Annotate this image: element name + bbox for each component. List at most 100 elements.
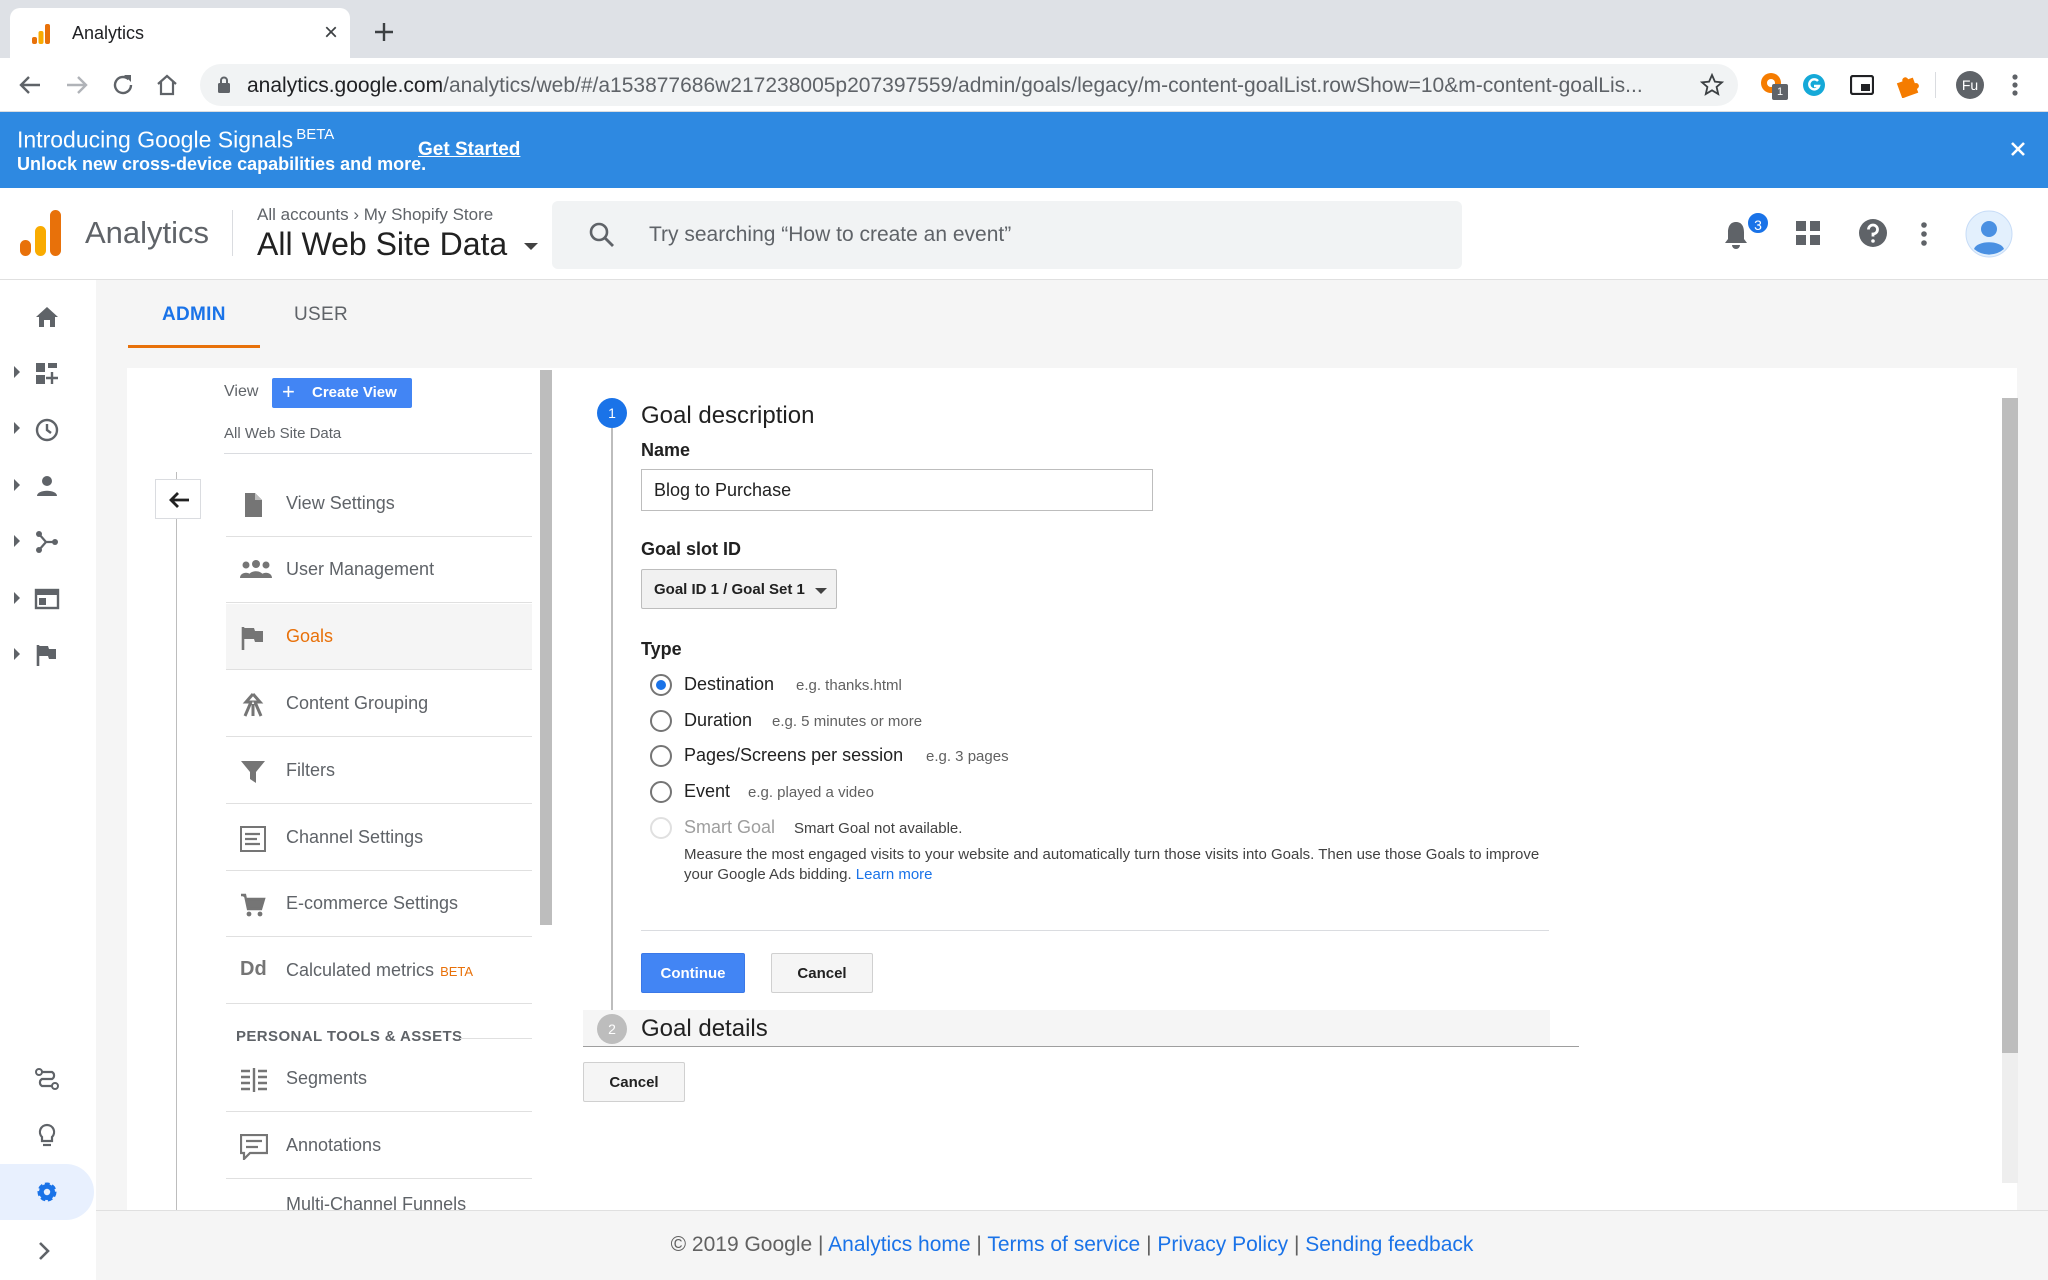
- menu-item-user-management[interactable]: User Management: [226, 537, 532, 603]
- reload-icon[interactable]: [110, 72, 136, 98]
- extension-puzzle-icon[interactable]: [1894, 72, 1920, 98]
- notifications-bell-icon[interactable]: [1723, 220, 1749, 250]
- duration-radio[interactable]: [650, 710, 672, 732]
- browser-menu-icon[interactable]: [2010, 73, 2020, 97]
- menu-item-view-settings[interactable]: View Settings: [226, 471, 532, 537]
- close-banner-icon[interactable]: [2007, 138, 2029, 160]
- get-started-link[interactable]: Get Started: [418, 139, 520, 161]
- gear-icon: [37, 1182, 57, 1202]
- lightbulb-icon: [38, 1123, 56, 1147]
- menu-item-label: Annotations: [286, 1135, 382, 1155]
- back-arrow-icon[interactable]: [18, 74, 42, 96]
- menu-item-label: E-commerce Settings: [286, 893, 459, 913]
- goal-description-title: Goal description: [641, 402, 815, 429]
- browser-tab[interactable]: Analytics ×: [10, 8, 350, 58]
- new-tab-icon[interactable]: [370, 18, 398, 46]
- menu-item-calculated-metrics[interactable]: Dd Calculated metrics BETA: [226, 938, 532, 1004]
- expand-rail-chevron-icon[interactable]: [36, 1240, 52, 1262]
- rail-acquisition[interactable]: [0, 517, 96, 565]
- rail-audience[interactable]: [0, 461, 96, 509]
- back-button[interactable]: [155, 479, 201, 519]
- step-1-indicator: 1: [597, 398, 627, 428]
- step-connector-line: [611, 428, 613, 1016]
- privacy-policy-link[interactable]: Privacy Policy: [1157, 1233, 1288, 1256]
- goal-name-input[interactable]: [641, 469, 1153, 511]
- rail-realtime[interactable]: [0, 404, 96, 452]
- search-placeholder: Try searching “How to create an event”: [649, 223, 1012, 246]
- menu-item-ecommerce-settings[interactable]: E-commerce Settings: [226, 871, 532, 937]
- menu-item-annotations[interactable]: Annotations: [226, 1113, 532, 1179]
- main-scrollbar-thumb[interactable]: [2002, 398, 2018, 1053]
- rail-attribution[interactable]: [0, 1054, 96, 1102]
- goal-details-title: Goal details: [641, 1015, 768, 1042]
- pages-label: Pages/Screens per session: [684, 745, 904, 765]
- search-box[interactable]: Try searching “How to create an event”: [552, 201, 1462, 269]
- rail-behavior[interactable]: [0, 574, 96, 622]
- menu-item-filters[interactable]: Filters: [226, 738, 532, 804]
- forward-arrow-icon[interactable]: [65, 74, 89, 96]
- pages-example: e.g. 3 pages: [926, 748, 1009, 765]
- flag-icon: [241, 627, 263, 650]
- terms-of-service-link[interactable]: Terms of service: [987, 1233, 1140, 1256]
- account-avatar-icon[interactable]: [1965, 210, 2013, 258]
- home-icon[interactable]: [154, 72, 180, 98]
- rail-customization[interactable]: [0, 348, 96, 396]
- rail-conversions[interactable]: [0, 630, 96, 678]
- menu-item-channel-settings[interactable]: Channel Settings: [226, 805, 532, 871]
- menu-item-goals[interactable]: Goals: [226, 604, 532, 670]
- menu-item-label: User Management: [286, 559, 435, 579]
- more-options-icon[interactable]: [1919, 221, 1929, 247]
- rail-home[interactable]: [0, 292, 96, 340]
- property-selector[interactable]: All Web Site Data: [257, 226, 539, 263]
- cancel-button[interactable]: Cancel: [771, 953, 873, 993]
- menu-item-label: Calculated metrics BETA: [286, 960, 473, 981]
- view-name[interactable]: All Web Site Data: [224, 425, 341, 442]
- cancel-all-button[interactable]: Cancel: [583, 1062, 685, 1102]
- bookmark-star-icon[interactable]: [1700, 73, 1724, 97]
- analytics-home-link[interactable]: Analytics home: [828, 1233, 970, 1256]
- profile-avatar[interactable]: Fu: [1956, 71, 1984, 99]
- menu-item-segments[interactable]: Segments: [226, 1046, 532, 1112]
- view-column-scrollbar[interactable]: [540, 370, 552, 925]
- flag-icon: [36, 645, 56, 666]
- app-name: Analytics: [85, 215, 210, 250]
- rail-admin-settings[interactable]: [0, 1164, 94, 1220]
- picture-in-picture-icon[interactable]: [1850, 75, 1874, 95]
- tab-admin[interactable]: ADMIN: [162, 304, 226, 326]
- address-bar[interactable]: analytics.google.com/analytics/web/#/a15…: [200, 64, 1738, 106]
- tab-user[interactable]: USER: [294, 304, 348, 326]
- footer: © 2019 Google | Analytics home | Terms o…: [96, 1210, 2048, 1280]
- extension-grammarly-icon[interactable]: [1802, 73, 1826, 97]
- continue-button[interactable]: Continue: [641, 953, 745, 993]
- step-2-indicator: 2: [597, 1014, 627, 1044]
- create-view-button[interactable]: + Create View: [272, 378, 412, 408]
- learn-more-link[interactable]: Learn more: [856, 866, 933, 883]
- sending-feedback-link[interactable]: Sending feedback: [1305, 1233, 1473, 1256]
- footer-separator: |: [818, 1233, 824, 1256]
- pages-radio[interactable]: [650, 745, 672, 767]
- goal-slot-select[interactable]: Goal ID 1 / Goal Set 1: [641, 569, 837, 609]
- segments-icon: [241, 1068, 267, 1092]
- url-host: analytics.google.com: [247, 74, 444, 97]
- extension-badge: 1: [1772, 84, 1788, 100]
- left-nav-rail: [0, 280, 96, 1280]
- help-icon[interactable]: [1858, 218, 1888, 248]
- account-breadcrumb[interactable]: All accounts › My Shopify Store: [257, 205, 493, 225]
- rail-discover[interactable]: [0, 1110, 96, 1158]
- expand-caret-icon: [14, 479, 20, 491]
- menu-item-content-grouping[interactable]: Content Grouping: [226, 671, 532, 737]
- menu-item-label: Goals: [286, 626, 334, 646]
- extension-honey-icon[interactable]: 1: [1760, 72, 1788, 100]
- destination-radio[interactable]: [650, 674, 672, 696]
- menu-item-label: Filters: [286, 760, 335, 780]
- smart-goal-radio: [650, 817, 672, 839]
- analytics-header: Analytics All accounts › My Shopify Stor…: [0, 188, 2048, 280]
- close-tab-icon[interactable]: ×: [324, 21, 338, 45]
- section-divider: [460, 1038, 532, 1039]
- personal-tools-section-header: PERSONAL TOOLS & ASSETS: [236, 1028, 463, 1045]
- footer-links: © 2019 Google | Analytics home | Terms o…: [96, 1233, 2048, 1257]
- smart-goal-description-text: Measure the most engaged visits to your …: [684, 846, 1540, 883]
- event-radio[interactable]: [650, 781, 672, 803]
- menu-item-multi-channel-funnels[interactable]: Multi-Channel Funnels: [226, 1180, 532, 1210]
- apps-grid-icon[interactable]: [1796, 221, 1820, 245]
